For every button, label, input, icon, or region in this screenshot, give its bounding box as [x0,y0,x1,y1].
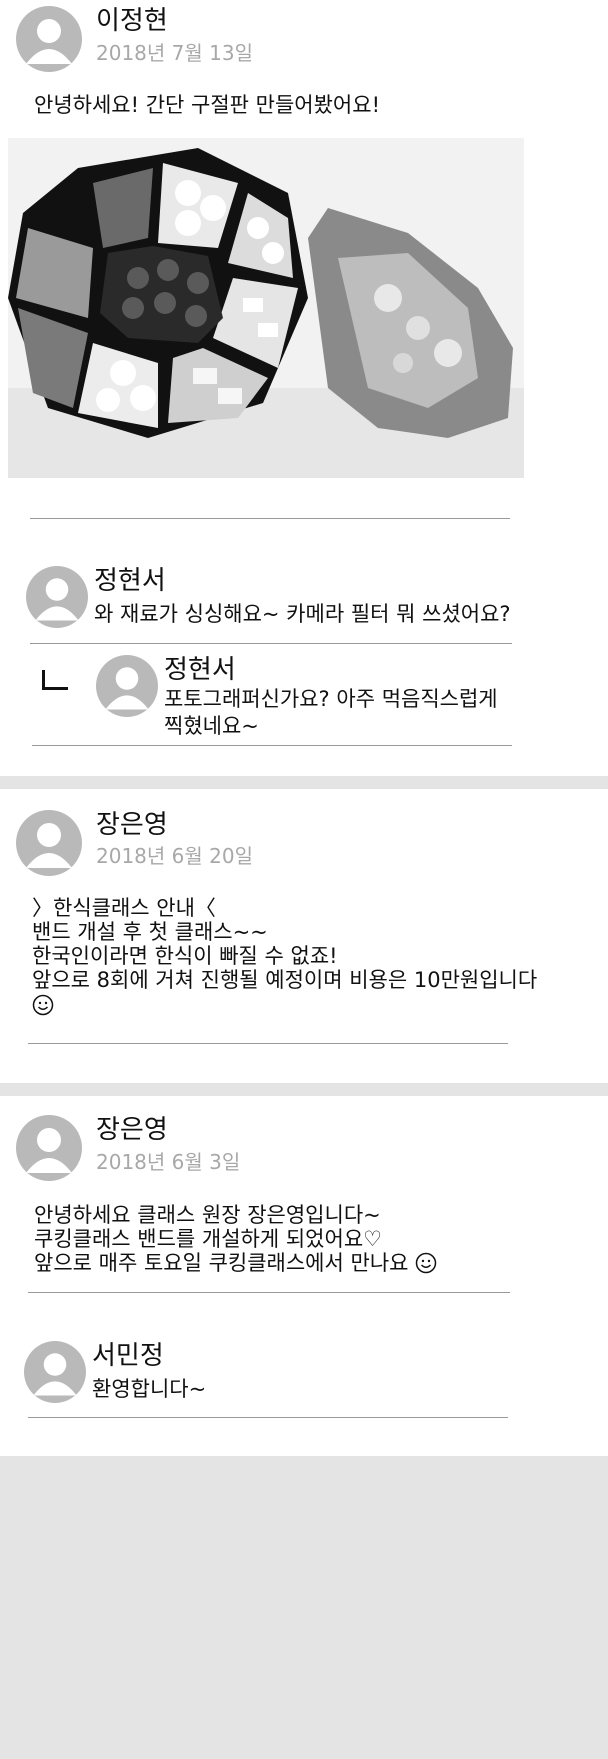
post-text-line: 안녕하세요! 간단 구절판 만들어봤어요! [34,93,380,117]
post-text-line: 밴드 개설 후 첫 클래스~~ [32,920,268,944]
user-silhouette-icon [33,1353,77,1396]
user-silhouette-icon [105,667,149,710]
avatar[interactable] [24,1341,86,1403]
author-name[interactable]: 이정현 [96,6,168,36]
smiley-face-icon [32,994,54,1016]
post-text-line: 쿠킹클래스 밴드를 개설하게 되었어요♡ [34,1227,382,1251]
food-photo [8,138,524,478]
avatar[interactable] [26,566,88,628]
comment-text: 와 재료가 싱싱해요~ 카메라 필터 뭐 쓰셨어요? [94,602,511,626]
post-text-line: 안녕하세요 클래스 원장 장은영입니다~ [34,1203,381,1227]
post-date: 2018년 6월 3일 [96,1150,241,1174]
post-separator [0,776,608,789]
author-name[interactable]: 장은영 [96,810,168,840]
divider [28,1417,508,1418]
user-silhouette-icon [35,578,79,621]
divider [32,745,512,746]
post-separator [0,1083,608,1096]
avatar[interactable] [16,1115,82,1181]
comment-text: 환영합니다~ [92,1377,207,1401]
divider [30,643,512,644]
reply-text: 포토그래퍼신가요? 아주 먹음직스럽게 찍혔네요~ [164,687,498,738]
post-date: 2018년 7월 13일 [96,41,253,65]
user-silhouette-icon [26,19,72,64]
divider [30,518,510,519]
divider [28,1043,508,1044]
comment-author[interactable]: 서민정 [92,1341,164,1371]
post-photo[interactable] [8,138,524,478]
post-text-line: 한국인이라면 한식이 빠질 수 없죠! [32,944,338,968]
reply-author[interactable]: 정현서 [164,655,236,685]
avatar[interactable] [16,810,82,876]
post-text-line-content: 앞으로 매주 토요일 쿠킹클래스에서 만나요 [34,1251,409,1275]
page-footer-area [0,1456,608,1759]
avatar[interactable] [96,655,158,717]
post-text-line: 앞으로 매주 토요일 쿠킹클래스에서 만나요 [34,1250,437,1277]
smiley-face-icon [415,1252,437,1274]
divider [28,1292,510,1293]
post-text-line: 〉한식클래스 안내〈 [32,896,216,920]
post-date: 2018년 6월 20일 [96,844,253,868]
post-text-line: 앞으로 8회에 거쳐 진행될 예정이며 비용은 10만원입니다 [32,968,538,992]
comment-author[interactable]: 정현서 [94,566,166,596]
user-silhouette-icon [26,823,72,868]
avatar[interactable] [16,6,82,72]
author-name[interactable]: 장은영 [96,1115,168,1145]
reply-arrow-icon [42,670,68,690]
user-silhouette-icon [26,1128,72,1173]
